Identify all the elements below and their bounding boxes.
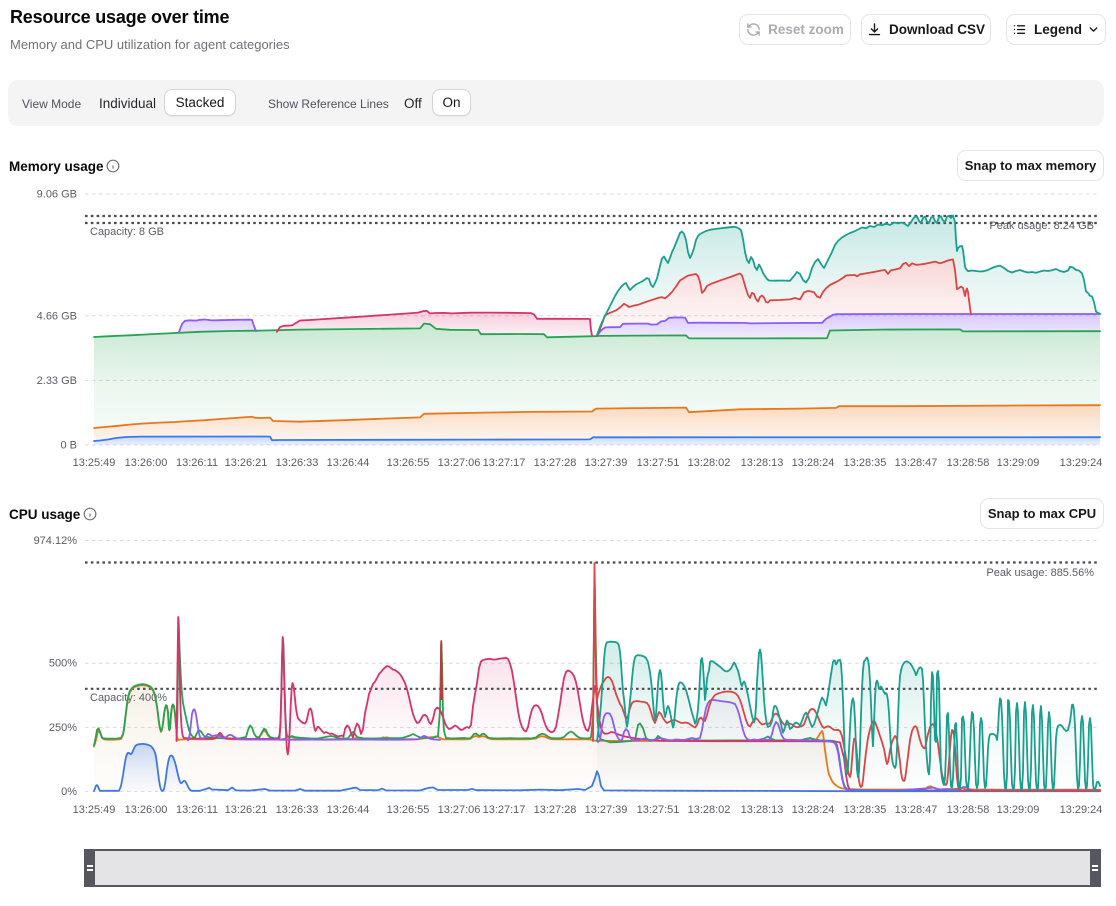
- svg-text:13:28:13: 13:28:13: [741, 804, 784, 816]
- svg-text:13:28:35: 13:28:35: [844, 804, 887, 816]
- svg-text:13:29:24: 13:29:24: [1060, 457, 1103, 469]
- svg-text:13:27:51: 13:27:51: [637, 457, 680, 469]
- svg-text:13:28:24: 13:28:24: [792, 804, 835, 816]
- svg-text:13:26:11: 13:26:11: [176, 804, 218, 816]
- svg-text:13:27:28: 13:27:28: [534, 457, 577, 469]
- svg-text:13:27:06: 13:27:06: [438, 804, 481, 816]
- svg-text:13:26:33: 13:26:33: [276, 804, 319, 816]
- svg-text:13:25:49: 13:25:49: [73, 804, 116, 816]
- svg-text:13:26:11: 13:26:11: [176, 457, 218, 469]
- svg-text:250%: 250%: [49, 722, 77, 734]
- svg-text:13:26:44: 13:26:44: [327, 457, 370, 469]
- svg-text:974.12%: 974.12%: [34, 535, 78, 547]
- svg-text:13:27:17: 13:27:17: [483, 804, 526, 816]
- svg-text:4.66 GB: 4.66 GB: [37, 310, 77, 322]
- svg-text:13:26:21: 13:26:21: [225, 457, 268, 469]
- svg-text:13:27:39: 13:27:39: [585, 457, 628, 469]
- svg-text:13:28:58: 13:28:58: [947, 457, 990, 469]
- svg-text:13:26:00: 13:26:00: [125, 804, 168, 816]
- svg-text:13:27:06: 13:27:06: [438, 457, 481, 469]
- svg-text:13:26:55: 13:26:55: [387, 804, 430, 816]
- svg-text:2.33 GB: 2.33 GB: [37, 375, 77, 387]
- svg-text:13:29:24: 13:29:24: [1060, 804, 1103, 816]
- svg-text:13:26:00: 13:26:00: [125, 457, 168, 469]
- svg-text:13:27:51: 13:27:51: [637, 804, 680, 816]
- svg-text:13:28:47: 13:28:47: [895, 457, 938, 469]
- svg-text:500%: 500%: [49, 658, 77, 670]
- svg-text:Peak usage: 885.56%: Peak usage: 885.56%: [986, 567, 1094, 579]
- svg-text:13:26:21: 13:26:21: [225, 804, 268, 816]
- svg-text:13:26:44: 13:26:44: [327, 804, 370, 816]
- svg-text:13:28:24: 13:28:24: [792, 457, 835, 469]
- svg-text:0 B: 0 B: [60, 440, 77, 452]
- svg-text:13:26:33: 13:26:33: [276, 457, 319, 469]
- svg-text:9.06 GB: 9.06 GB: [37, 189, 77, 201]
- svg-text:13:27:17: 13:27:17: [483, 457, 526, 469]
- svg-text:Peak usage: 8.24 GB: Peak usage: 8.24 GB: [989, 220, 1094, 232]
- svg-text:Capacity: 8 GB: Capacity: 8 GB: [90, 226, 164, 238]
- svg-text:13:29:09: 13:29:09: [997, 457, 1040, 469]
- svg-text:13:25:49: 13:25:49: [73, 457, 116, 469]
- svg-text:13:29:09: 13:29:09: [997, 804, 1040, 816]
- svg-text:13:27:28: 13:27:28: [534, 804, 577, 816]
- svg-text:13:28:35: 13:28:35: [844, 457, 887, 469]
- svg-text:13:26:55: 13:26:55: [387, 457, 430, 469]
- svg-text:13:28:02: 13:28:02: [688, 457, 731, 469]
- svg-text:13:28:58: 13:28:58: [947, 804, 990, 816]
- svg-text:13:28:47: 13:28:47: [895, 804, 938, 816]
- svg-text:13:28:13: 13:28:13: [741, 457, 784, 469]
- svg-text:13:27:39: 13:27:39: [585, 804, 628, 816]
- svg-text:13:28:02: 13:28:02: [688, 804, 731, 816]
- svg-text:0%: 0%: [61, 786, 77, 798]
